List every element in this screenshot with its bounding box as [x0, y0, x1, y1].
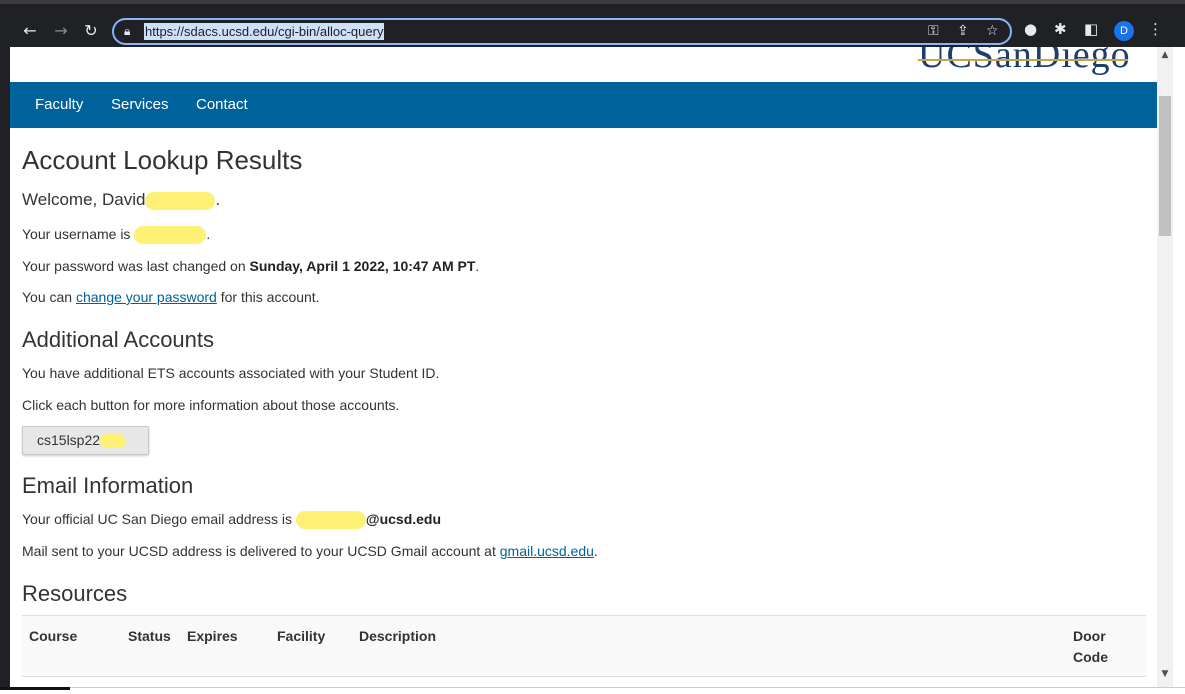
resources-heading: Resources [22, 581, 128, 606]
password-prefix: Your password was last changed on [22, 258, 250, 274]
resources-table-header: Course Status Expires Facility Descripti… [22, 615, 1146, 677]
col-status[interactable]: Status [128, 626, 171, 647]
forward-icon[interactable]: → [49, 19, 73, 43]
scroll-up-icon[interactable]: ▲ [1157, 50, 1173, 64]
change-suffix: for this account. [216, 289, 320, 305]
scroll-thumb[interactable] [1159, 96, 1171, 236]
redacted-account-suffix [100, 434, 127, 449]
lock-icon[interactable]: 🔒︎ [124, 24, 130, 39]
share-icon[interactable]: ⇪ [957, 23, 969, 39]
redacted-lastname [145, 191, 216, 210]
redacted-email-user [295, 511, 366, 530]
sidepanel-icon[interactable]: ◧ [1084, 20, 1098, 38]
back-icon[interactable]: ← [18, 19, 42, 43]
address-bar[interactable]: 🔒︎ https://sdacs.ucsd.edu/cgi-bin/alloc-… [112, 18, 1012, 45]
welcome-period: . [215, 190, 221, 209]
change-prefix: You can [22, 289, 76, 305]
gmail-period: . [593, 543, 598, 559]
extension-icon[interactable]: ● [1024, 20, 1037, 38]
additional-accounts-heading: Additional Accounts [22, 327, 215, 352]
welcome-line: Welcome, David. [22, 190, 220, 210]
scroll-down-icon[interactable]: ▼ [1157, 669, 1173, 683]
star-icon[interactable]: ☆ [986, 23, 999, 39]
welcome-text: Welcome, David [22, 190, 146, 209]
username-prefix: Your username is [22, 226, 131, 242]
nav-item-faculty[interactable]: Faculty [35, 82, 83, 128]
window-right-edge [1173, 47, 1185, 687]
redacted-username [134, 226, 207, 245]
page-title: Account Lookup Results [22, 145, 303, 175]
window-top-edge [0, 0, 1185, 4]
ucsd-logo[interactable]: UCSanDiego [918, 47, 1131, 77]
change-password-line: You can change your password for this ac… [22, 289, 320, 305]
email-address-line: Your official UC San Diego email address… [22, 511, 442, 530]
col-description[interactable]: Description [359, 626, 436, 647]
additional-accounts-line2: Click each button for more information a… [22, 397, 400, 413]
menu-icon[interactable]: ⋮ [1148, 20, 1163, 38]
gmail-prefix: Mail sent to your UCSD address is delive… [22, 543, 500, 559]
window-bottom-edge [0, 687, 1185, 694]
gmail-link[interactable]: gmail.ucsd.edu [500, 543, 594, 559]
username-period: . [206, 226, 211, 242]
nav-item-services[interactable]: Services [111, 82, 169, 128]
account-button-label: cs15lsp22 [37, 432, 101, 448]
password-line: Your password was last changed on Sunday… [22, 258, 479, 274]
key-icon[interactable]: ⚿ [928, 23, 939, 39]
account-button[interactable]: cs15lsp22 [22, 426, 149, 455]
url-text[interactable]: https://sdacs.ucsd.edu/cgi-bin/alloc-que… [144, 23, 385, 40]
additional-accounts-line1: You have additional ETS accounts associa… [22, 365, 440, 381]
gmail-line: Mail sent to your UCSD address is delive… [22, 543, 598, 559]
col-course[interactable]: Course [29, 626, 77, 647]
logo-underline [918, 59, 1128, 61]
profile-icon[interactable]: D [1114, 21, 1134, 41]
email-heading: Email Information [22, 473, 194, 498]
puzzle-icon[interactable]: ✱ [1054, 20, 1067, 38]
page-scrollbar[interactable]: ▲ ▼ [1157, 47, 1173, 687]
page-viewport: UCSanDiego Faculty Services Contact Acco… [10, 47, 1157, 687]
email-domain: @ucsd.edu [365, 511, 442, 527]
main-navbar: Faculty Services Contact [10, 82, 1157, 128]
taskbar-fragment [0, 687, 70, 690]
username-line: Your username is . [22, 226, 211, 245]
email-prefix: Your official UC San Diego email address… [22, 511, 293, 527]
browser-toolbar: ← → ↻ 🔒︎ https://sdacs.ucsd.edu/cgi-bin/… [0, 0, 1185, 47]
password-period: . [475, 258, 480, 274]
col-door-code[interactable]: Door Code [1073, 626, 1113, 668]
change-password-link[interactable]: change your password [76, 289, 217, 305]
reload-icon[interactable]: ↻ [79, 19, 103, 43]
nav-item-contact[interactable]: Contact [196, 82, 248, 128]
password-date: Sunday, April 1 2022, 10:47 AM PT [249, 258, 476, 274]
col-facility[interactable]: Facility [277, 626, 325, 647]
col-expires[interactable]: Expires [187, 626, 238, 647]
